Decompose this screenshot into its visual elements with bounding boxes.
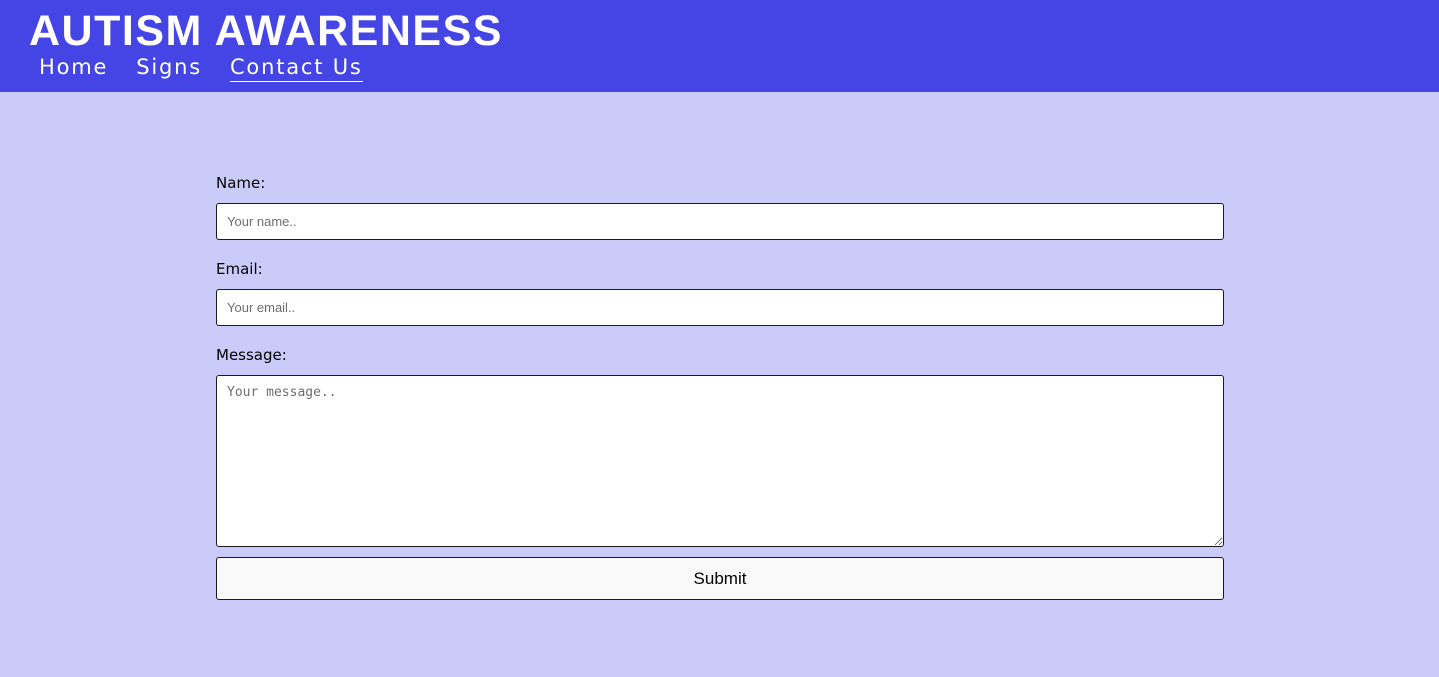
nav-link-home[interactable]: Home	[39, 53, 108, 82]
site-title: AUTISM AWARENESS	[29, 7, 503, 55]
message-textarea[interactable]	[216, 375, 1224, 547]
submit-button[interactable]: Submit	[216, 557, 1224, 600]
name-label: Name:	[216, 174, 266, 192]
nav-link-signs[interactable]: Signs	[136, 53, 202, 82]
message-label: Message:	[216, 346, 287, 364]
site-header: AUTISM AWARENESS Home Signs Contact Us	[0, 0, 1439, 92]
email-input[interactable]	[216, 289, 1224, 326]
email-label: Email:	[216, 260, 263, 278]
contact-form: Name: Email: Message: Submit	[216, 173, 1224, 600]
main-nav: Home Signs Contact Us	[39, 53, 363, 82]
nav-link-contact-us[interactable]: Contact Us	[229, 53, 363, 82]
name-input[interactable]	[216, 203, 1224, 240]
